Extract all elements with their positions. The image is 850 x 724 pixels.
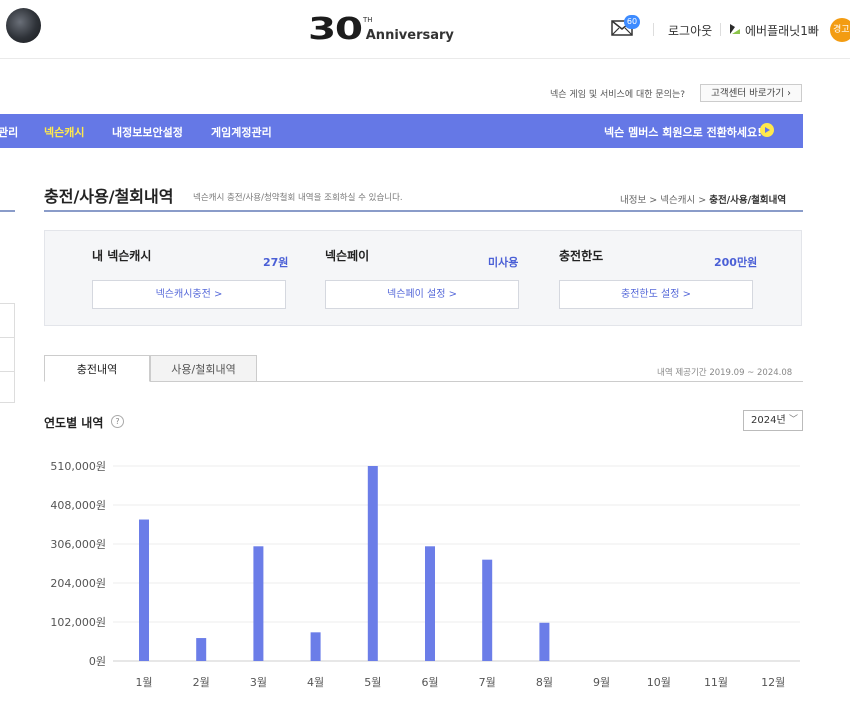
year-select-value: 2024년 [751, 415, 786, 426]
divider [720, 23, 721, 36]
side-menu-fragment[interactable] [0, 303, 15, 403]
play-circle-icon[interactable] [760, 123, 774, 137]
bar[interactable] [196, 638, 207, 661]
bar[interactable] [367, 466, 378, 661]
nexon-pay-value: 미사용 [488, 256, 519, 269]
nav-item-game-accounts[interactable]: 게임계정관리 [211, 124, 272, 140]
warning-badge[interactable]: 경고 [830, 18, 850, 42]
x-tick-label: 3월 [250, 676, 267, 689]
x-tick-label: 10월 [647, 676, 671, 689]
x-tick-label: 6월 [421, 676, 438, 689]
cash-summary-box [44, 230, 802, 326]
y-tick-label: 204,000원 [50, 577, 106, 590]
y-tick-label: 408,000원 [50, 499, 106, 512]
chevron-down-icon: ﹀ [788, 415, 798, 425]
nav-item-security-settings[interactable]: 내정보보안설정 [112, 124, 183, 140]
inquiry-text: 넥슨 게임 및 서비스에 대한 문의는? [550, 90, 686, 100]
charge-limit-settings-button[interactable]: 충전한도 설정 > [559, 280, 753, 309]
x-tick-label: 11월 [704, 676, 728, 689]
history-period: 내역 제공기간 2019.09 ~ 2024.08 [657, 368, 793, 378]
monthly-bar-chart: 0원 102,000원 204,000원 306,000원 408,000원 510,00… [50, 460, 800, 689]
breadcrumb-current: 충전/사용/철회내역 [709, 195, 787, 206]
logout-link[interactable]: 로그아웃 [668, 22, 712, 39]
x-tick-label: 8월 [536, 676, 553, 689]
mail-count-badge: 60 [624, 15, 640, 29]
divider [44, 210, 803, 212]
x-tick-label: 2월 [193, 676, 210, 689]
avatar[interactable] [6, 8, 41, 43]
charge-limit-label: 충전한도 [559, 249, 604, 263]
year-select[interactable]: 2024년 ﹀ [743, 410, 803, 431]
support-center-button[interactable]: 고객센터 바로가기 › [700, 84, 802, 102]
members-promo-link[interactable]: 넥슨 멤버스 회원으로 전환하세요! [604, 124, 762, 140]
breadcrumb-item[interactable]: 넥슨캐시 [660, 195, 695, 206]
y-tick-label: 102,000원 [50, 616, 106, 629]
breadcrumb: 내정보 > 넥슨캐시 > 충전/사용/철회내역 [620, 195, 787, 206]
my-cash-label: 내 넥슨캐시 [92, 249, 152, 263]
bar[interactable] [253, 546, 264, 661]
tab-charge-history[interactable]: 충전내역 [44, 355, 150, 382]
nexon-pay-label: 넥슨페이 [325, 249, 370, 263]
question-icon[interactable]: ? [111, 415, 124, 428]
user-name[interactable]: 에버플래닛1빠 [745, 22, 819, 39]
yearly-history-title: 연도별 내역 [44, 416, 104, 430]
x-tick-label: 4월 [307, 676, 324, 689]
breadcrumb-item[interactable]: 내정보 [620, 195, 646, 206]
bar[interactable] [482, 559, 493, 661]
leaf-icon [730, 24, 740, 34]
x-tick-label: 7월 [479, 676, 496, 689]
bar[interactable] [425, 546, 435, 661]
x-tick-label: 5월 [364, 676, 381, 689]
x-tick-label: 9월 [593, 676, 610, 689]
divider [0, 210, 15, 212]
nav-item-manage[interactable]: 관리 [0, 124, 18, 140]
logo-suffix: TH [363, 16, 373, 24]
x-tick-label: 12월 [761, 676, 785, 689]
nav-item-nexon-cash[interactable]: 넥슨캐시 [44, 124, 84, 140]
logo-word: Anniversary [365, 28, 454, 43]
nexon-pay-settings-button[interactable]: 넥슨페이 설정 > [325, 280, 519, 309]
my-cash-value: 27원 [263, 256, 289, 269]
y-tick-label: 510,000원 [50, 460, 106, 473]
tab-usage-history[interactable]: 사용/철회내역 [150, 355, 257, 382]
y-tick-label: 306,000원 [50, 538, 106, 551]
page-title: 충전/사용/철회내역 [44, 187, 174, 206]
bar[interactable] [139, 519, 149, 661]
bar[interactable] [310, 632, 321, 661]
charge-limit-value: 200만원 [714, 256, 758, 269]
x-tick-label: 1월 [135, 676, 152, 689]
anniversary-logo[interactable]: 30 TH Anniversary [308, 12, 454, 47]
charge-cash-button[interactable]: 넥슨캐시충전 > [92, 280, 286, 309]
page-description: 넥슨캐시 충전/사용/청약철회 내역을 조회하실 수 있습니다. [193, 193, 403, 203]
y-tick-label: 0원 [89, 655, 106, 668]
divider [653, 23, 654, 36]
logo-number: 30 [308, 12, 363, 47]
bar[interactable] [539, 622, 550, 661]
